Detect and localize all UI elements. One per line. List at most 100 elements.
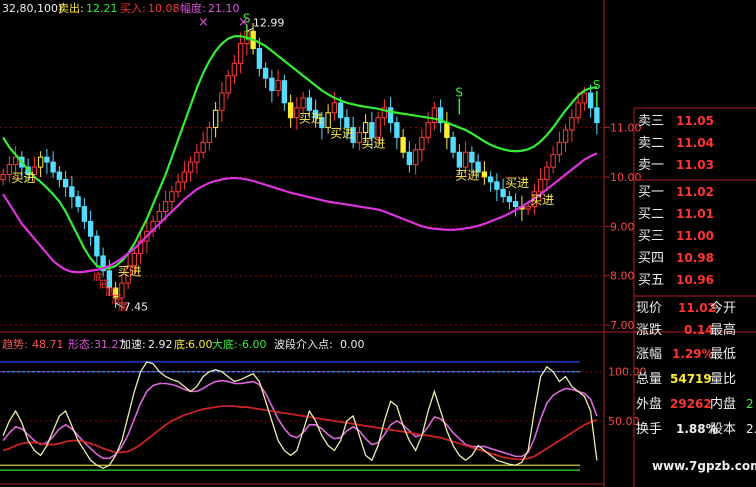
osc-value-1: 48.71 (32, 338, 64, 351)
candle-body (450, 136, 456, 153)
candle-body (287, 102, 294, 119)
osc-label-3: 加速: (120, 338, 146, 351)
stat-label-inner: 内盘 (710, 396, 736, 412)
candle-body (575, 102, 581, 119)
header-amp-value: 21.10 (208, 2, 240, 15)
candle-body (81, 206, 88, 222)
candles (0, 22, 600, 310)
candle-body (56, 171, 63, 180)
stat-label-change: 涨跌 (636, 322, 662, 338)
bid-label-5: 买五 (638, 273, 664, 288)
candle-body (181, 171, 188, 183)
osc-series-xingtai (2, 379, 598, 460)
stat-value-volume: 54719 (670, 372, 712, 386)
header-amp-label: 幅度: (180, 1, 206, 15)
buy-label: 买进 (455, 168, 479, 182)
header-marker-2: × (238, 15, 249, 30)
candle-body (550, 154, 556, 168)
osc-label-1: 趋势: (2, 338, 28, 351)
candle-body (506, 196, 513, 203)
candle-body (325, 112, 331, 129)
candle-body (594, 107, 600, 124)
high-price-label: 12.99 (253, 16, 285, 29)
candle-body (481, 171, 488, 178)
header-marker-1: × (198, 15, 209, 30)
candle-body (75, 196, 81, 208)
buy-label: 买进 (118, 265, 142, 279)
candle-body (169, 191, 175, 203)
candle-body (487, 176, 494, 183)
candle-body (469, 151, 475, 163)
candle-body (87, 220, 94, 237)
ask-label-3: 卖三 (638, 114, 664, 129)
osc-label-2: 形态: (68, 338, 94, 351)
candle-body (500, 188, 506, 198)
candle-body (275, 80, 281, 92)
candle-body (462, 151, 469, 168)
candle-body (256, 48, 263, 69)
candle-body (50, 161, 56, 173)
candle-body (187, 161, 194, 173)
candle-body (419, 136, 425, 151)
candle-body (362, 122, 369, 133)
candle-body (269, 77, 275, 92)
osc-series-jiasu (2, 405, 598, 461)
y-tick-label: 10.00 (610, 171, 642, 184)
bid-price-3: 11.00 (676, 229, 714, 243)
bid-label-3: 买三 (638, 229, 664, 244)
candle-body (175, 181, 181, 193)
bid-price-1: 11.02 (676, 185, 714, 199)
header-buy-label: 买入: (120, 2, 146, 15)
header-params: 32,80,100) (2, 2, 62, 15)
candle-body (200, 141, 206, 153)
stat-value-inner: 2 (746, 397, 754, 411)
ask-price-3: 11.05 (676, 114, 714, 128)
osc-value-6: 0.00 (340, 338, 365, 351)
candle-body (237, 43, 244, 64)
candle-body (12, 156, 19, 166)
candle-body (162, 201, 169, 212)
ask-price-1: 11.03 (676, 158, 714, 172)
buy-label: 买进 (11, 171, 35, 185)
candle-body (406, 151, 413, 166)
candle-body (587, 92, 594, 109)
osc-value-5: -6.00 (238, 338, 266, 351)
osc-label-6: 波段介入点: (274, 337, 333, 351)
candle-body (400, 136, 406, 153)
candle-body (69, 186, 75, 198)
osc-label-5: 大底: (212, 337, 238, 351)
candle-body (306, 97, 313, 111)
stat-label-price: 现价 (636, 301, 662, 316)
candle-body (544, 166, 550, 180)
candle-body (431, 107, 438, 124)
bid-label-1: 买一 (638, 185, 664, 200)
osc-label-4: 底: (174, 337, 189, 351)
candle-body (300, 97, 306, 109)
candle-body (44, 156, 50, 163)
header-buy-value: 10.08 (148, 2, 180, 15)
candle-body (194, 151, 200, 163)
candle-body (225, 75, 231, 94)
buy-label: 买进 (530, 193, 554, 207)
y-tick-label: 7.00 (610, 319, 635, 332)
lower-band-line (2, 152, 598, 274)
candle-body (569, 117, 575, 131)
buy-label: 买进 (505, 176, 529, 190)
stat-value-shares: 2. (746, 422, 756, 436)
y-tick-label: 8.00 (610, 270, 635, 283)
stat-label-pct: 涨幅 (636, 347, 662, 362)
candle-body (262, 67, 269, 79)
chart-canvas: 7.008.009.0010.0011.00 12.997.45SSS买进买进买… (0, 0, 756, 487)
stat-label-high: 最高 (710, 322, 736, 338)
stat-label-turnover: 换手 (636, 422, 662, 437)
candle-body (556, 141, 563, 156)
stat-label-outer: 外盘 (636, 396, 662, 412)
header-sell-label: 卖出: (58, 1, 84, 15)
y-tick-label: 11.00 (610, 122, 642, 135)
buy-label: 买进 (330, 126, 354, 140)
candle-body (456, 151, 463, 168)
candle-body (156, 211, 163, 222)
bid-price-5: 10.96 (676, 273, 714, 287)
ask-label-1: 卖一 (638, 158, 664, 173)
candle-body (562, 129, 569, 143)
